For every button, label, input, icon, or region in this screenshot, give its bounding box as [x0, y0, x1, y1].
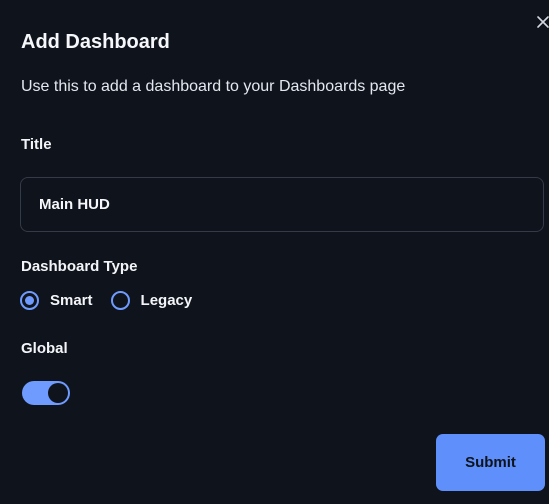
title-label: Title	[21, 136, 52, 153]
dashboard-type-radio-group: Smart Legacy	[20, 288, 192, 312]
submit-button[interactable]: Submit	[436, 434, 545, 491]
toggle-knob	[48, 383, 68, 403]
radio-label-smart: Smart	[50, 291, 93, 309]
modal-right-edge	[549, 0, 555, 504]
radio-label-legacy: Legacy	[140, 291, 193, 309]
radio-unselected-icon[interactable]	[110, 290, 130, 310]
modal-title: Add Dashboard	[21, 31, 170, 53]
add-dashboard-modal: Add Dashboard Use this to add a dashboar…	[0, 0, 555, 504]
global-toggle[interactable]	[22, 381, 70, 405]
dashboard-type-label: Dashboard Type	[21, 258, 138, 275]
radio-dot	[25, 295, 34, 305]
modal-subtitle: Use this to add a dashboard to your Dash…	[21, 78, 406, 95]
radio-option-legacy[interactable]: Legacy	[110, 290, 193, 310]
radio-option-smart[interactable]: Smart	[20, 290, 93, 310]
global-label: Global	[21, 340, 68, 357]
title-input[interactable]	[20, 177, 544, 232]
radio-selected-icon[interactable]	[20, 290, 39, 310]
